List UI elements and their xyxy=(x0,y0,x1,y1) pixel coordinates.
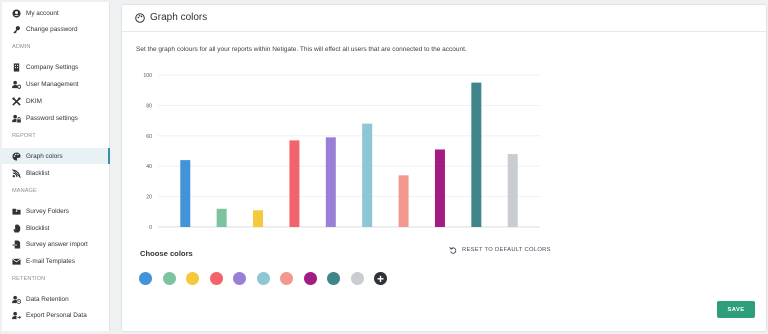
user-clock-icon xyxy=(11,294,21,304)
sidebar-item-label: My account xyxy=(26,9,59,17)
color-swatch[interactable] xyxy=(303,272,317,285)
palette-icon xyxy=(11,151,21,161)
chart-bar xyxy=(362,123,373,227)
y-tick-label: 20 xyxy=(146,195,152,201)
add-color-button[interactable]: + xyxy=(374,272,387,285)
sidebar-item-blocklist[interactable]: Blocklist xyxy=(2,220,109,236)
plus-icon: + xyxy=(376,271,384,286)
sidebar-item-company-settings[interactable]: Company Settings xyxy=(2,59,109,75)
user-lock-icon xyxy=(11,113,21,123)
user-export-icon xyxy=(11,310,21,320)
color-swatch[interactable] xyxy=(162,272,176,285)
bar-chart: 0 20 40 60 80 100 xyxy=(143,73,540,231)
user-circle-icon xyxy=(11,8,21,18)
save-button[interactable]: SAVE xyxy=(717,301,755,318)
graph-colors-panel: Graph colors Set the graph colours for a… xyxy=(121,4,767,332)
y-tick-label: 0 xyxy=(149,225,152,231)
envelope-icon xyxy=(11,256,21,266)
sidebar-item-label: Blocklist xyxy=(26,224,50,232)
section-manage: MANAGE xyxy=(12,188,37,194)
y-tick-label: 40 xyxy=(146,164,152,170)
reset-default-colors-button[interactable]: RESET TO DEFAULT COLORS xyxy=(449,246,551,254)
sidebar-item-my-account[interactable]: My account xyxy=(2,5,109,21)
sidebar-item-label: Data Retention xyxy=(26,295,69,303)
sidebar-item-email-templates[interactable]: E-mail Templates xyxy=(2,253,109,269)
sidebar-item-survey-folders[interactable]: Survey Folders xyxy=(2,203,109,219)
sidebar-item-label: Survey answer import xyxy=(26,240,88,248)
folder-icon xyxy=(11,206,21,216)
chart-bar xyxy=(434,149,445,227)
sidebar-item-graph-colors[interactable]: Graph colors xyxy=(2,148,110,164)
color-swatch[interactable] xyxy=(280,272,293,285)
tools-icon xyxy=(11,96,21,106)
undo-icon xyxy=(449,246,457,254)
sidebar-item-label: Company Settings xyxy=(26,63,79,71)
chart-bar xyxy=(471,82,482,227)
settings-sidebar: My account Change password ADMIN Company… xyxy=(2,2,110,331)
color-swatch[interactable] xyxy=(186,272,199,285)
key-icon xyxy=(11,24,21,34)
y-tick-label: 100 xyxy=(143,73,152,79)
sidebar-item-label: Export Personal Data xyxy=(26,311,87,319)
chart-bar xyxy=(325,137,336,227)
sidebar-item-label: DKIM xyxy=(26,97,42,105)
sidebar-item-blacklist[interactable]: Blacklist xyxy=(2,165,109,181)
sidebar-item-label: Blacklist xyxy=(26,169,50,177)
sidebar-item-user-management[interactable]: User Management xyxy=(2,76,109,92)
sidebar-item-label: Survey Folders xyxy=(26,207,69,215)
sidebar-item-label: E-mail Templates xyxy=(26,257,75,265)
sidebar-item-label: Graph colors xyxy=(26,152,63,160)
choose-colors-label: Choose colors xyxy=(140,249,193,258)
sidebar-item-label: Password settings xyxy=(26,114,78,122)
color-swatch[interactable] xyxy=(209,272,223,285)
sidebar-item-survey-answer-import[interactable]: Survey answer import xyxy=(2,236,109,252)
users-gear-icon xyxy=(11,79,21,89)
hand-icon xyxy=(11,223,21,233)
sidebar-item-data-retention[interactable]: Data Retention xyxy=(2,291,109,307)
building-icon xyxy=(11,62,21,72)
chart-bar xyxy=(180,160,191,227)
sidebar-item-label: User Management xyxy=(26,80,79,88)
chart-bar xyxy=(398,175,409,227)
sidebar-item-change-password[interactable]: Change password xyxy=(2,21,109,37)
sidebar-item-export-personal-data[interactable]: Export Personal Data xyxy=(2,307,109,323)
chart-bar xyxy=(216,208,227,227)
section-retention: RETENTION xyxy=(12,276,46,282)
sidebar-item-label: Change password xyxy=(26,25,78,33)
rss-slash-icon xyxy=(11,168,21,178)
sidebar-item-password-settings[interactable]: Password settings xyxy=(2,110,109,126)
reset-label: RESET TO DEFAULT COLORS xyxy=(462,247,551,253)
color-swatch[interactable] xyxy=(233,272,246,285)
color-swatch[interactable] xyxy=(256,272,270,285)
color-swatch[interactable] xyxy=(139,272,152,285)
chart-bar xyxy=(507,154,518,227)
section-admin: ADMIN xyxy=(12,44,31,50)
section-report: REPORT xyxy=(12,133,36,139)
y-tick-label: 60 xyxy=(146,134,152,140)
sidebar-item-dkim[interactable]: DKIM xyxy=(2,93,109,109)
file-import-icon xyxy=(11,239,21,249)
color-swatch[interactable] xyxy=(327,272,340,285)
y-tick-label: 80 xyxy=(146,103,152,109)
color-swatch[interactable] xyxy=(350,272,364,285)
chart-bar xyxy=(253,210,264,227)
chart-bar xyxy=(289,140,300,227)
